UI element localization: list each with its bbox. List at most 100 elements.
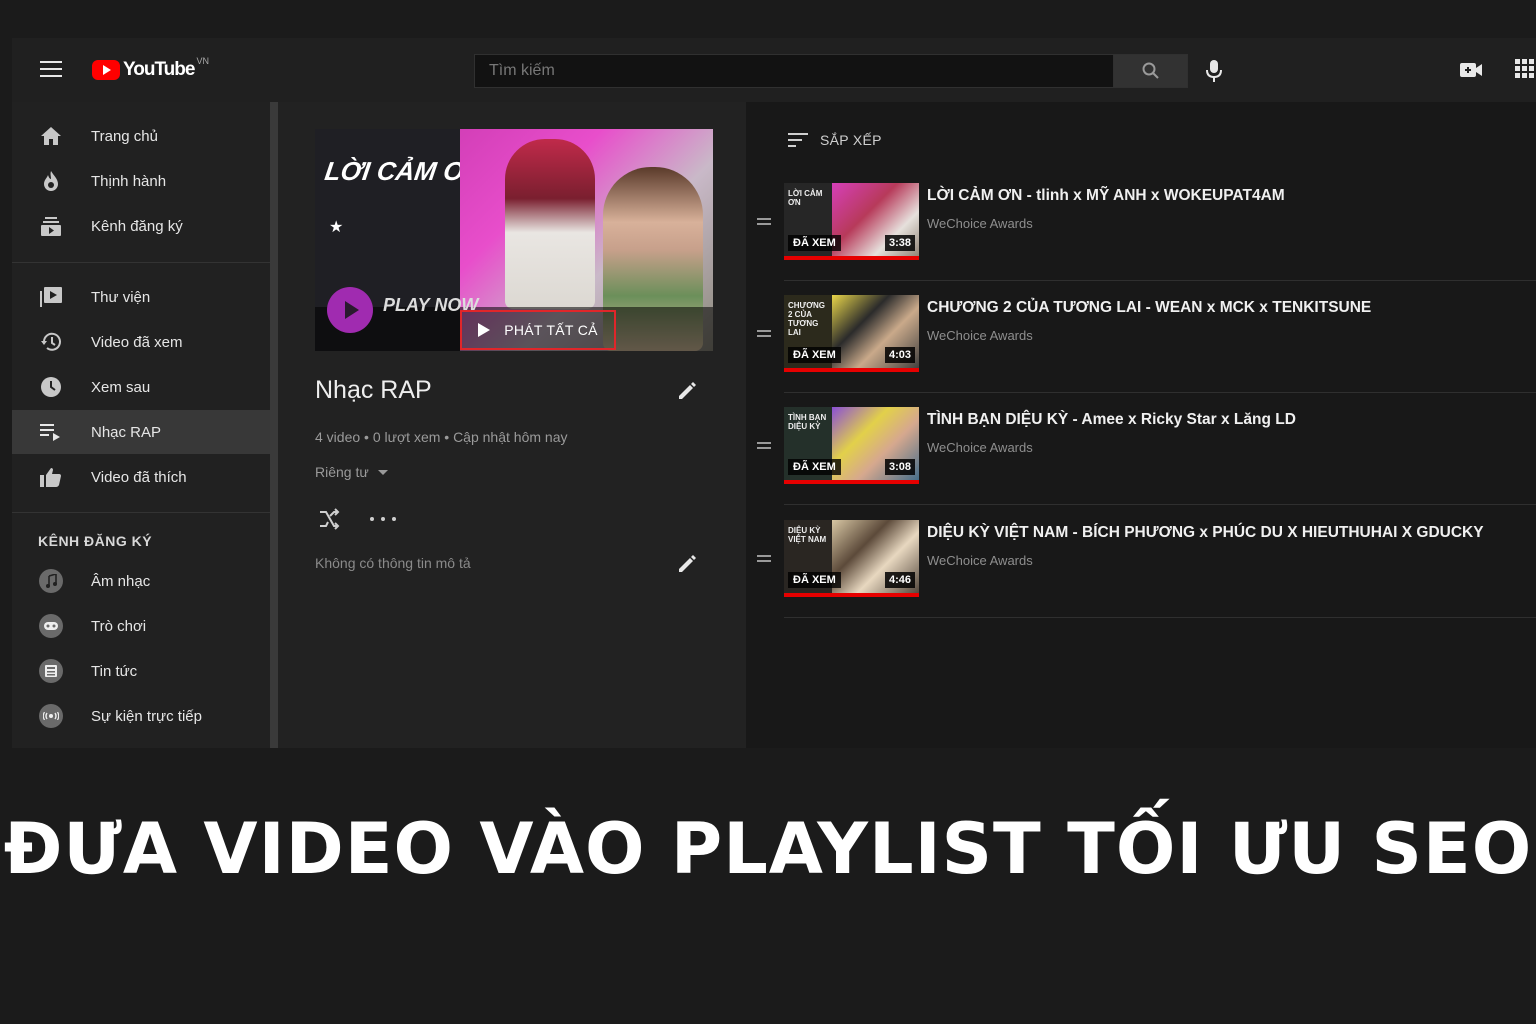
sidebar-item-label: Video đã xem [91,333,183,351]
headline-caption: ĐƯA VIDEO VÀO PLAYLIST TỐI ƯU SEO [3,808,1533,890]
sidebar-item-news[interactable]: Tin tức [12,649,270,693]
sidebar-item-label: Trò chơi [91,617,147,635]
region-label: VN [196,56,209,66]
duration-badge: 4:46 [884,572,915,588]
apps-grid-icon[interactable] [1515,59,1535,79]
duration-badge: 3:08 [884,459,915,475]
watched-badge: ĐÃ XEM [788,459,841,475]
search-input[interactable] [474,54,1114,88]
sidebar-item-label: Kênh đăng ký [91,217,183,235]
star-icon: ★ [329,219,344,236]
youtube-play-icon [92,60,120,80]
sidebar-item-label: Sự kiện trực tiếp [91,707,202,725]
sort-button[interactable]: SẮP XẾP [788,132,882,148]
video-title[interactable]: TÌNH BẠN DIỆU KỲ - Amee x Ricky Star x L… [927,411,1296,429]
video-thumbnail[interactable]: TÌNH BẠN DIỆU KỲ ĐÃ XEM 3:08 [784,407,919,484]
sidebar-scrollbar[interactable] [270,102,278,748]
video-title[interactable]: DIỆU KỲ VIỆT NAM - BÍCH PHƯƠNG x PHÚC DU… [927,524,1484,542]
playlist-video-row[interactable]: LỜI CẢM ƠN ĐÃ XEM 3:38 LỜI CẢM ƠN - tlin… [746,170,1536,282]
sidebar-item-home[interactable]: Trang chủ [12,114,270,158]
privacy-dropdown[interactable]: Riêng tư [315,464,388,480]
sidebar-item-history[interactable]: Video đã xem [12,320,270,364]
playlist-video-row[interactable]: TÌNH BẠN DIỆU KỲ ĐÃ XEM 3:08 TÌNH BẠN DI… [746,394,1536,506]
video-title[interactable]: CHƯƠNG 2 CỦA TƯƠNG LAI - WEAN x MCK x TE… [927,299,1371,317]
watched-badge: ĐÃ XEM [788,347,841,363]
sidebar-item-subscriptions[interactable]: Kênh đăng ký [12,204,270,248]
playlist-thumbnail[interactable]: LỜI CẢM ƠN ★ PLAY NOW PHÁT TẤT CẢ [315,129,713,351]
sidebar-item-live[interactable]: Sự kiện trực tiếp [12,694,270,738]
sidebar-item-music[interactable]: Âm nhạc [12,559,270,603]
play-all-button[interactable]: PHÁT TẤT CẢ [460,310,616,350]
play-all-label: PHÁT TẤT CẢ [504,322,598,338]
like-icon [40,468,61,487]
sidebar-item-label: Xem sau [91,378,151,396]
edit-title-pencil-icon[interactable] [676,380,698,402]
play-icon [478,323,491,337]
sidebar-item-gaming[interactable]: Trò chơi [12,604,270,648]
video-thumbnail[interactable]: LỜI CẢM ƠN ĐÃ XEM 3:38 [784,183,919,260]
video-channel[interactable]: WeChoice Awards [927,216,1033,231]
playlist-stats: 4 video • 0 lượt xem • Cập nhật hôm nay [315,429,568,445]
video-channel[interactable]: WeChoice Awards [927,553,1033,568]
drag-handle-icon[interactable] [757,330,771,338]
microphone-icon[interactable] [1202,58,1226,84]
search-button[interactable] [1114,54,1188,88]
gaming-icon [39,614,63,638]
sidebar-item-playlist-nhac-rap[interactable]: Nhạc RAP [12,410,270,454]
top-bar: YouTube VN [12,38,1536,102]
sort-label: SẮP XẾP [820,132,882,148]
watched-badge: ĐÃ XEM [788,572,841,588]
sidebar-item-library[interactable]: Thư viện [12,275,270,319]
play-circle-icon [327,287,373,333]
youtube-logo[interactable]: YouTube VN [92,56,209,82]
playlist-video-row[interactable]: DIỆU KỲ VIỆT NAM ĐÃ XEM 4:46 DIỆU KỲ VIỆ… [746,507,1536,619]
thumbnail-text: TÌNH BẠN DIỆU KỲ [788,413,827,431]
trending-icon [44,171,58,191]
thumbnail-artist-1 [505,139,595,309]
music-icon [39,569,63,593]
video-channel[interactable]: WeChoice Awards [927,328,1033,343]
search-bar [474,54,1188,88]
row-divider [784,504,1536,505]
video-title[interactable]: LỜI CẢM ƠN - tlinh x MỸ ANH x WOKEUPAT4A… [927,187,1285,205]
more-options-icon[interactable] [370,508,396,530]
menu-icon[interactable] [40,61,62,79]
edit-description-pencil-icon[interactable] [676,553,698,575]
watch-progress-bar [784,368,919,372]
duration-badge: 4:03 [884,347,915,363]
playlist-video-list: SẮP XẾP LỜI CẢM ƠN ĐÃ XEM 3:38 LỜI CẢM Ơ… [746,102,1536,748]
sidebar-item-label: Tin tức [91,662,138,680]
create-video-icon[interactable] [1459,60,1483,80]
sidebar-item-trending[interactable]: Thịnh hành [12,159,270,203]
live-icon [39,704,63,728]
watch-progress-bar [784,256,919,260]
sidebar-item-label: Nhạc RAP [91,423,162,441]
video-thumbnail[interactable]: CHƯƠNG 2 CỦA TƯƠNG LAI ĐÃ XEM 4:03 [784,295,919,372]
watched-badge: ĐÃ XEM [788,235,841,251]
sidebar-item-liked-videos[interactable]: Video đã thích [12,455,270,499]
sidebar-divider [12,512,270,513]
video-channel[interactable]: WeChoice Awards [927,440,1033,455]
video-thumbnail[interactable]: DIỆU KỲ VIỆT NAM ĐÃ XEM 4:46 [784,520,919,597]
drag-handle-icon[interactable] [757,442,771,450]
playlist-video-row[interactable]: CHƯƠNG 2 CỦA TƯƠNG LAI ĐÃ XEM 4:03 CHƯƠN… [746,282,1536,394]
sidebar-item-watch-later[interactable]: Xem sau [12,365,270,409]
sidebar-item-label: Trang chủ [91,127,158,145]
watch-progress-bar [784,593,919,597]
watch-later-icon [41,377,61,397]
drag-handle-icon[interactable] [757,555,771,563]
sort-icon [788,133,808,147]
playlist-info-panel: LỜI CẢM ƠN ★ PLAY NOW PHÁT TẤT CẢ Nhạc R… [278,102,746,748]
duration-badge: 3:38 [884,235,915,251]
sidebar-item-label: Video đã thích [91,468,187,486]
subscriptions-icon [41,217,61,236]
playlist-description: Không có thông tin mô tả [315,555,471,571]
drag-handle-icon[interactable] [757,218,771,226]
thumbnail-text: LỜI CẢM ƠN [788,189,823,207]
shuffle-icon[interactable] [318,508,340,530]
subscriptions-header: KÊNH ĐĂNG KÝ [38,533,153,549]
playlist-icon [40,424,60,441]
search-icon [1142,62,1159,79]
sidebar-divider [12,262,270,263]
sidebar-item-label: Thư viện [91,288,151,306]
